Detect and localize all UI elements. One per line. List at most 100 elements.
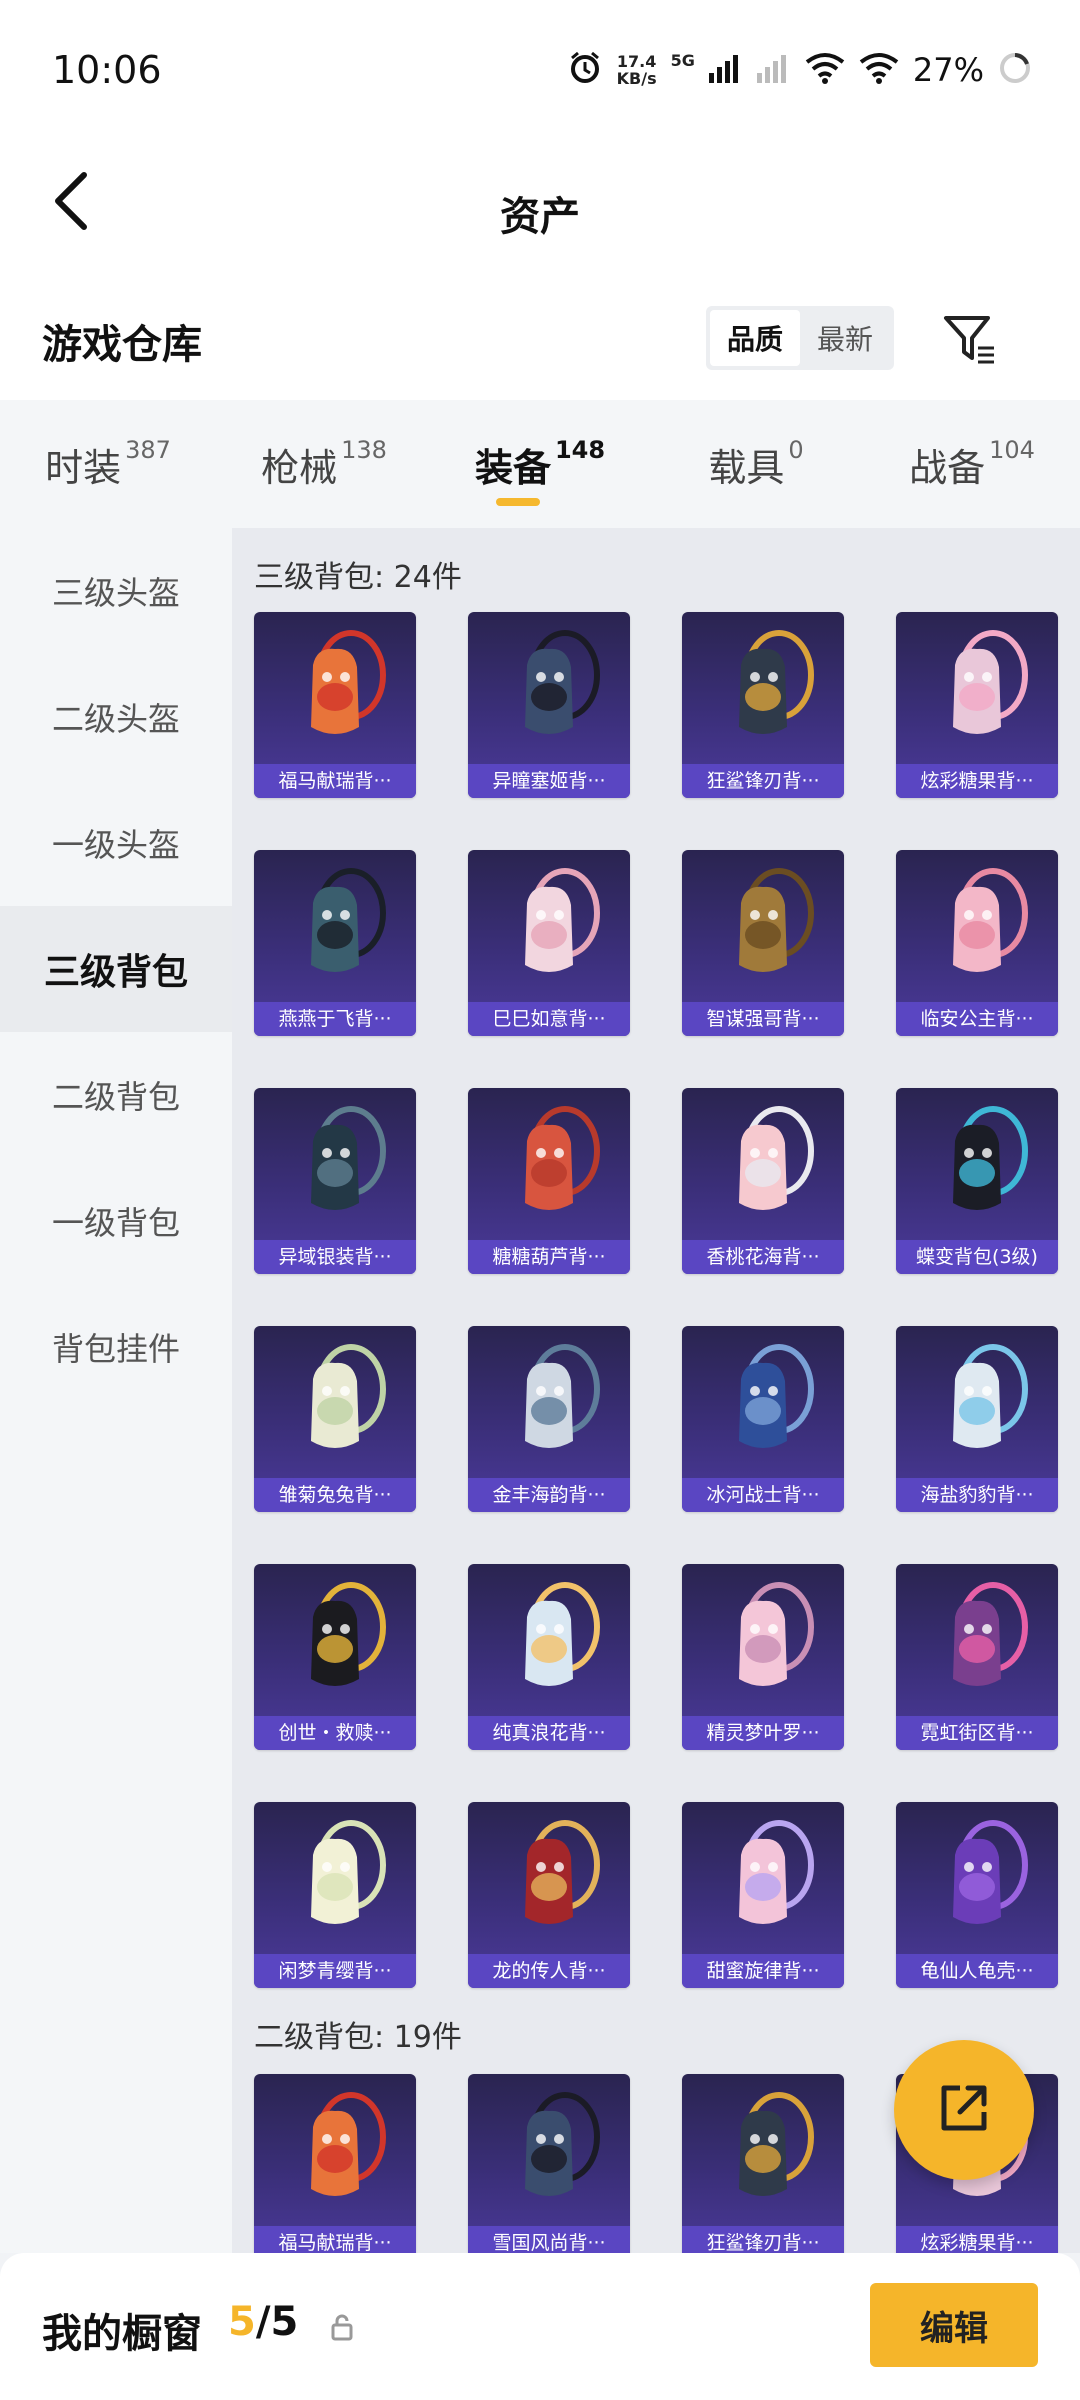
backpack-card[interactable]: 智谋强哥背··· — [682, 850, 844, 1036]
signal-weak-icon — [756, 53, 791, 87]
backpack-card[interactable]: 临安公主背··· — [896, 850, 1058, 1036]
backpack-name: 雏菊兔兔背··· — [254, 1478, 416, 1512]
backpack-card[interactable]: 福马献瑞背··· — [254, 612, 416, 798]
backpack-name: 纯真浪花背··· — [468, 1716, 630, 1750]
backpack-name: 蝶变背包(3级) — [896, 1240, 1058, 1274]
backpack-name: 精灵梦叶罗··· — [682, 1716, 844, 1750]
category-tabs: 时装 387 枪械 138 装备 148 载具 0 战备 104 — [0, 400, 1080, 528]
backpack-card[interactable]: 甜蜜旋律背··· — [682, 1802, 844, 1988]
warehouse-row: 游戏仓库 品质 最新 — [0, 270, 1080, 400]
backpack-icon — [682, 1802, 844, 1952]
backpack-card[interactable]: 创世・救赎··· — [254, 1564, 416, 1750]
sort-newest-option[interactable]: 最新 — [800, 310, 890, 366]
backpack-card[interactable]: 龟仙人龟壳··· — [896, 1802, 1058, 1988]
backpack-card[interactable]: 雪国风尚背··· — [468, 2074, 630, 2253]
backpack-icon — [682, 1564, 844, 1714]
sidebar-item-helmet-2[interactable]: 二级头盔 — [0, 654, 232, 780]
backpack-card[interactable]: 狂鲨锋刃背··· — [682, 612, 844, 798]
tab-firearms[interactable]: 枪械 138 — [216, 400, 432, 528]
backpack-card[interactable]: 冰河战士背··· — [682, 1326, 844, 1512]
backpack-card[interactable]: 金丰海韵背··· — [468, 1326, 630, 1512]
backpack-card[interactable]: 福马献瑞背··· — [254, 2074, 416, 2253]
backpack-card[interactable]: 巳巳如意背··· — [468, 850, 630, 1036]
backpack-card[interactable]: 雏菊兔兔背··· — [254, 1326, 416, 1512]
backpack-icon — [254, 612, 416, 762]
page-title: 资产 — [500, 194, 580, 240]
sidebar-item-backpack-3[interactable]: 三级背包 — [0, 906, 232, 1032]
sidebar-item-backpack-1[interactable]: 一级背包 — [0, 1158, 232, 1284]
backpack-name: 临安公主背··· — [896, 1002, 1058, 1036]
backpack-icon — [254, 2074, 416, 2224]
section-title: 二级背包: 19件 — [254, 2020, 462, 2055]
backpack-card[interactable]: 霓虹街区背··· — [896, 1564, 1058, 1750]
item-grid: 三级背包: 24件 二级背包: 19件 福马献瑞背··· 异瞳塞姬背··· 狂鲨锋刃… — [232, 528, 1080, 2253]
sidebar-item-helmet-1[interactable]: 一级头盔 — [0, 780, 232, 906]
backpack-name: 龟仙人龟壳··· — [896, 1954, 1058, 1988]
edit-button[interactable]: 编辑 — [870, 2283, 1038, 2367]
backpack-card[interactable]: 精灵梦叶罗··· — [682, 1564, 844, 1750]
backpack-icon — [896, 1802, 1058, 1952]
wifi-icon — [805, 52, 845, 88]
battery-percent: 27% — [912, 51, 984, 89]
backpack-card[interactable]: 异瞳塞姬背··· — [468, 612, 630, 798]
showcase-bar: 我的橱窗 5/5 编辑 — [0, 2253, 1080, 2400]
backpack-card[interactable]: 异域银装背··· — [254, 1088, 416, 1274]
backpack-icon — [896, 612, 1058, 762]
backpack-card[interactable]: 糖糖葫芦背··· — [468, 1088, 630, 1274]
backpack-name: 甜蜜旋律背··· — [682, 1954, 844, 1988]
backpack-card[interactable]: 燕燕于飞背··· — [254, 850, 416, 1036]
backpack-icon — [896, 1326, 1058, 1476]
backpack-card[interactable]: 蝶变背包(3级) — [896, 1088, 1058, 1274]
backpack-icon — [468, 2074, 630, 2224]
backpack-name: 巳巳如意背··· — [468, 1002, 630, 1036]
backpack-icon — [468, 1802, 630, 1952]
backpack-icon — [254, 850, 416, 1000]
tab-supplies[interactable]: 战备 104 — [864, 400, 1080, 528]
backpack-name: 福马献瑞背··· — [254, 764, 416, 798]
backpack-card[interactable]: 狂鲨锋刃背··· — [682, 2074, 844, 2253]
backpack-card[interactable]: 香桃花海背··· — [682, 1088, 844, 1274]
showcase-title: 我的橱窗 — [42, 2311, 202, 2357]
backpack-name: 雪国风尚背··· — [468, 2226, 630, 2253]
backpack-card[interactable]: 海盐豹豹背··· — [896, 1326, 1058, 1512]
filter-button[interactable] — [940, 310, 1000, 370]
backpack-card[interactable]: 纯真浪花背··· — [468, 1564, 630, 1750]
backpack-name: 创世・救赎··· — [254, 1716, 416, 1750]
filter-icon — [940, 316, 1000, 374]
backpack-card[interactable]: 炫彩糖果背··· — [896, 612, 1058, 798]
status-time: 10:06 — [52, 48, 162, 92]
warehouse-title: 游戏仓库 — [42, 322, 202, 368]
backpack-name: 霓虹街区背··· — [896, 1716, 1058, 1750]
status-icons: 17.4 KB/s 5G 27% — [567, 50, 1032, 90]
backpack-icon — [682, 2074, 844, 2224]
backpack-name: 智谋强哥背··· — [682, 1002, 844, 1036]
net-speed-unit: KB/s — [616, 69, 657, 88]
tab-equipment[interactable]: 装备 148 — [432, 400, 648, 528]
tab-vehicles[interactable]: 载具 0 — [648, 400, 864, 528]
tab-count: 138 — [341, 436, 387, 464]
tab-label: 载具 — [708, 445, 785, 490]
sidebar-item-backpack-2[interactable]: 二级背包 — [0, 1032, 232, 1158]
sidebar-item-backpack-charm[interactable]: 背包挂件 — [0, 1284, 232, 1410]
backpack-name: 燕燕于飞背··· — [254, 1002, 416, 1036]
tab-label: 时装 — [45, 445, 122, 490]
backpack-icon — [896, 1088, 1058, 1238]
tab-label: 装备 — [474, 445, 551, 490]
share-icon — [932, 2076, 996, 2144]
tab-fashion[interactable]: 时装 387 — [0, 400, 216, 528]
backpack-card[interactable]: 闲梦青缨背··· — [254, 1802, 416, 1988]
backpack-name: 异瞳塞姬背··· — [468, 764, 630, 798]
backpack-icon — [468, 1326, 630, 1476]
backpack-icon — [682, 1088, 844, 1238]
sidebar: 三级头盔 二级头盔 一级头盔 三级背包 二级背包 一级背包 背包挂件 — [0, 528, 232, 2253]
backpack-icon — [254, 1564, 416, 1714]
backpack-icon — [468, 1088, 630, 1238]
app-header: 资产 — [0, 140, 1080, 270]
share-button[interactable] — [894, 2040, 1034, 2180]
backpack-icon — [682, 612, 844, 762]
backpack-card[interactable]: 龙的传人背··· — [468, 1802, 630, 1988]
sort-quality-option[interactable]: 品质 — [710, 310, 800, 366]
backpack-icon — [254, 1088, 416, 1238]
showcase-current: 5 — [228, 2299, 256, 2345]
sidebar-item-helmet-3[interactable]: 三级头盔 — [0, 528, 232, 654]
